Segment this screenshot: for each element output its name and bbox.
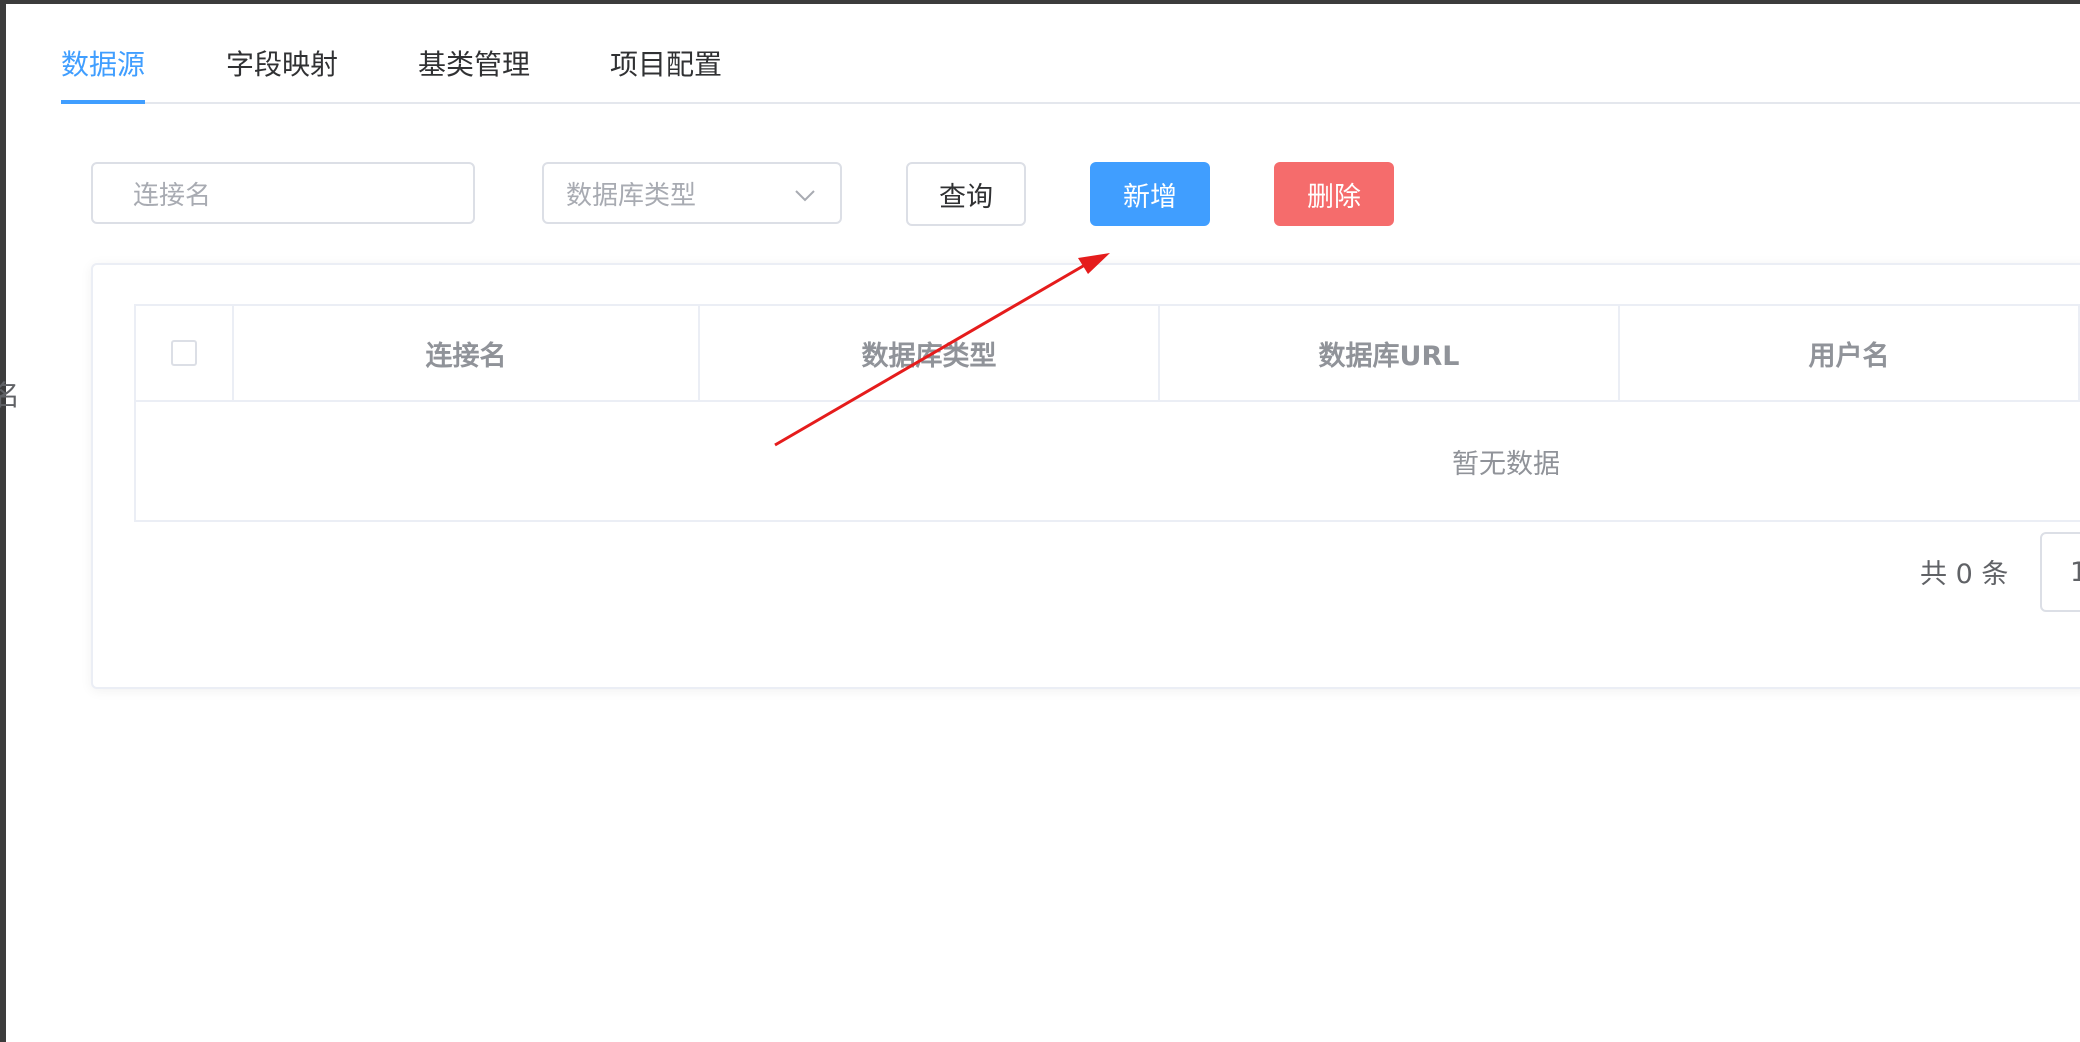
delete-button[interactable]: 删除 — [1274, 162, 1394, 226]
active-tab-indicator — [61, 100, 145, 104]
page-size-value: 1 — [2070, 556, 2080, 588]
query-button[interactable]: 查询 — [906, 162, 1026, 226]
select-placeholder: 数据库类型 — [566, 180, 697, 211]
input-placeholder: 连接名 — [133, 180, 212, 211]
tab-label: 字段映射 — [226, 48, 339, 81]
add-button-label: 新增 — [1123, 181, 1177, 213]
connection-name-input[interactable]: 连接名 — [91, 162, 475, 224]
tab-label: 项目配置 — [610, 48, 723, 81]
empty-text-label: 暂无数据 — [1452, 448, 1560, 480]
tab-bar: 数据源 字段映射 基类管理 项目配置 — [61, 36, 2080, 104]
column-header-label: 用户名 — [1808, 340, 1890, 372]
pagination-total: 共 0 条 — [1920, 559, 2009, 590]
column-header-db-url[interactable]: 数据库URL — [1160, 306, 1620, 400]
red-arrow-annotation — [774, 253, 1110, 447]
column-header-label: 连接名 — [425, 340, 507, 372]
add-button[interactable]: 新增 — [1090, 162, 1210, 226]
page-size-select[interactable]: 1 — [2040, 532, 2080, 612]
select-all-checkbox[interactable] — [171, 340, 197, 366]
column-header-username[interactable]: 用户名 — [1620, 306, 2080, 400]
tab-label: 基类管理 — [418, 48, 531, 81]
tab-field-mapping[interactable]: 字段映射 — [226, 36, 338, 102]
chevron-down-icon — [795, 190, 815, 202]
column-header-connection-name[interactable]: 连接名 — [234, 306, 700, 400]
window-top-border — [0, 0, 2080, 4]
db-type-select[interactable]: 数据库类型 — [542, 162, 842, 224]
clipped-edge-text: 名 — [0, 379, 21, 412]
window-left-border — [0, 0, 6, 1042]
delete-button-label: 删除 — [1307, 181, 1361, 213]
query-button-label: 查询 — [939, 181, 993, 213]
tab-base-class-management[interactable]: 基类管理 — [418, 36, 530, 102]
tab-label: 数据源 — [61, 48, 146, 81]
select-all-cell — [136, 306, 234, 400]
column-header-label: 数据库URL — [1318, 340, 1460, 372]
tab-project-config[interactable]: 项目配置 — [610, 36, 722, 102]
tab-data-source[interactable]: 数据源 — [61, 36, 146, 104]
